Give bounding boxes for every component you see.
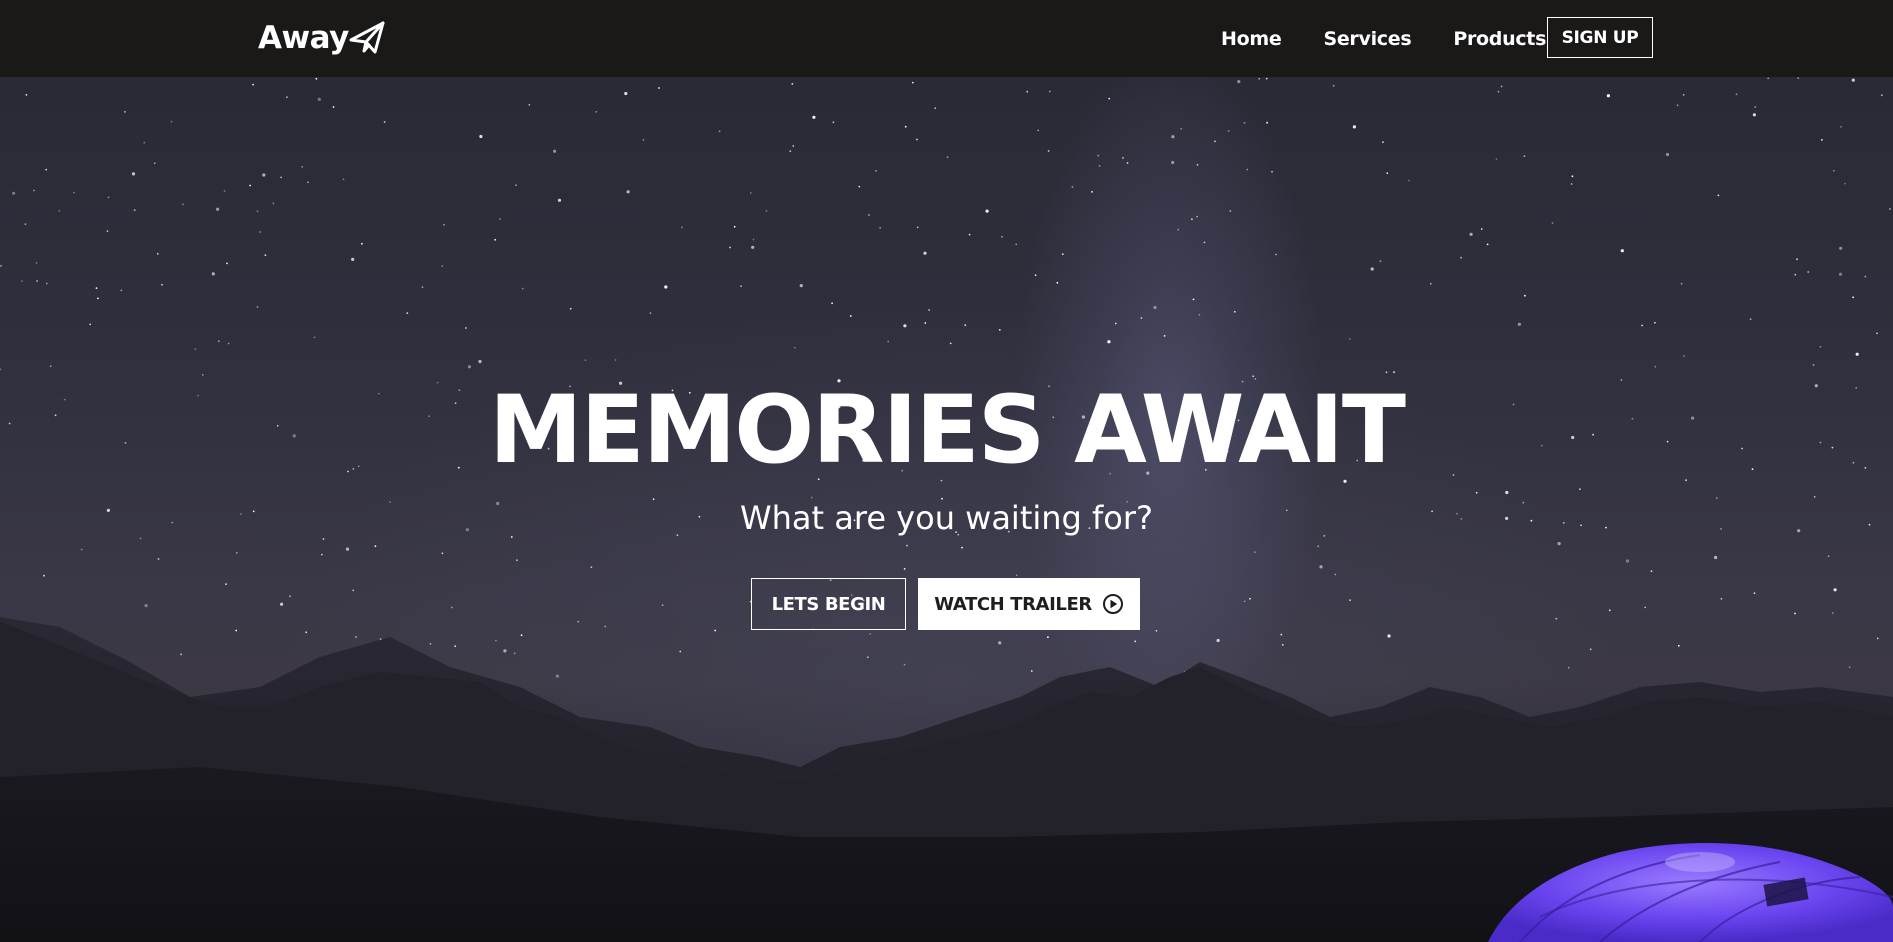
hero-content: MEMORIES AWAIT What are you waiting for?… <box>0 77 1893 942</box>
nav-link-services[interactable]: Services <box>1302 28 1432 50</box>
nav-links: Home Services Products <box>1200 0 1567 77</box>
watch-trailer-label: WATCH TRAILER <box>934 593 1092 615</box>
watch-trailer-button[interactable]: WATCH TRAILER <box>918 578 1140 630</box>
play-circle-icon <box>1102 593 1124 615</box>
signup-button[interactable]: SIGN UP <box>1547 17 1653 58</box>
logo-text: Away <box>258 20 349 56</box>
navbar: Away Home Services Products SIGN UP <box>0 0 1893 77</box>
paper-plane-icon <box>347 18 387 58</box>
hero-title: MEMORIES AWAIT <box>488 376 1406 485</box>
hero-section: MEMORIES AWAIT What are you waiting for?… <box>0 77 1893 942</box>
logo-link[interactable]: Away <box>258 18 387 58</box>
lets-begin-button[interactable]: LETS BEGIN <box>751 578 906 630</box>
hero-subtitle: What are you waiting for? <box>740 499 1153 537</box>
nav-link-home[interactable]: Home <box>1200 28 1302 50</box>
